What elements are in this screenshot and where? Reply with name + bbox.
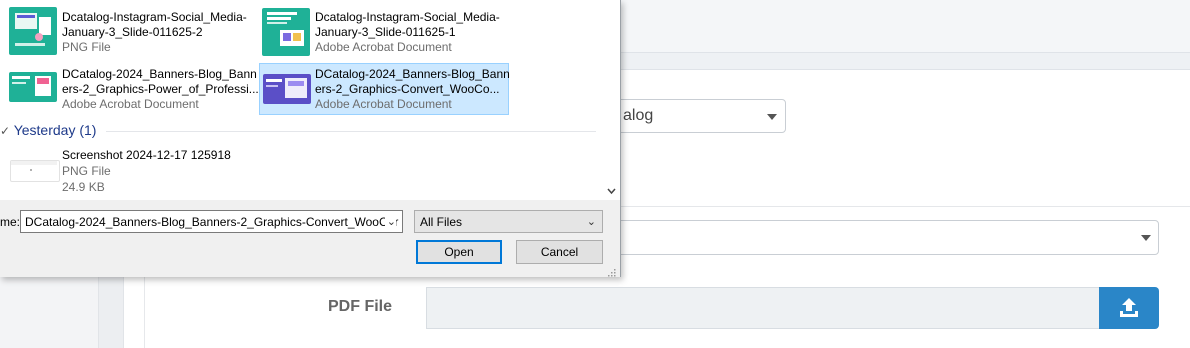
filename-label: me:: [0, 215, 21, 229]
file-item[interactable]: DCatalog-2024_Banners-Blog_Bann ers-2_Gr…: [6, 63, 259, 113]
file-name-line: Screenshot 2024-12-17 125918: [62, 148, 231, 162]
file-item[interactable]: Dcatalog-Instagram-Social_Media- January…: [259, 6, 509, 56]
file-thumbnail-icon: [9, 7, 57, 55]
file-name-line: ers-2_Graphics-Convert_WooCo...: [315, 82, 500, 96]
filetype-value: All Files: [420, 215, 463, 229]
file-name-line: ers-2_Graphics-Power_of_Professi...: [62, 82, 259, 96]
upload-button[interactable]: [1099, 287, 1159, 329]
pdf-file-label: PDF File: [328, 298, 393, 315]
chevron-down-icon: [767, 114, 777, 120]
file-name-line: Dcatalog-Instagram-Social_Media-: [62, 10, 247, 24]
file-open-dialog: Dcatalog-Instagram-Social_Media- January…: [0, 0, 621, 277]
filetype-select[interactable]: All Files ⌄: [414, 210, 603, 233]
secondary-select[interactable]: [600, 220, 1159, 255]
chevron-down-icon: ✓: [0, 124, 11, 138]
file-size: 24.9 KB: [62, 180, 105, 194]
catalog-select[interactable]: alog: [600, 99, 786, 133]
chevron-down-icon: [607, 188, 616, 195]
file-item[interactable]: Dcatalog-Instagram-Social_Media- January…: [6, 6, 250, 56]
chevron-down-icon: [1141, 235, 1151, 241]
group-header-label: Yesterday (1): [13, 122, 97, 138]
catalog-select-value: alog: [623, 107, 654, 124]
file-name-line: January-3_Slide-011625-2: [62, 25, 203, 39]
file-name-line: DCatalog-2024_Banners-Blog_Bann: [62, 67, 257, 81]
file-type: PNG File: [62, 164, 111, 178]
file-name-line: Dcatalog-Instagram-Social_Media-: [315, 10, 500, 24]
file-type: Adobe Acrobat Document: [315, 97, 452, 111]
file-item[interactable]: Screenshot 2024-12-17 125918 PNG File 24…: [6, 146, 250, 196]
chevron-down-icon[interactable]: ⌄: [384, 215, 396, 228]
file-list: Dcatalog-Instagram-Social_Media- January…: [0, 0, 603, 200]
chevron-down-icon: ⌄: [586, 216, 596, 228]
group-header-yesterday[interactable]: ✓ Yesterday (1): [0, 122, 96, 138]
file-thumbnail-icon: [262, 8, 310, 56]
file-type: Adobe Acrobat Document: [62, 97, 199, 111]
file-type: Adobe Acrobat Document: [315, 40, 452, 54]
group-divider: [106, 131, 596, 132]
filename-input[interactable]: DCatalog-2024_Banners-Blog_Banners-2_Gra…: [20, 210, 403, 233]
file-thumbnail-icon: [10, 160, 60, 182]
open-button[interactable]: Open: [416, 240, 502, 264]
file-type: PNG File: [62, 40, 111, 54]
file-thumbnail-icon: [263, 74, 311, 104]
upload-icon: [1120, 298, 1138, 317]
pdf-file-input[interactable]: [426, 287, 1100, 329]
file-thumbnail-icon: [9, 72, 57, 102]
file-name-line: January-3_Slide-011625-1: [315, 25, 456, 39]
filename-value: DCatalog-2024_Banners-Blog_Banners-2_Gra…: [25, 215, 399, 229]
file-item-selected[interactable]: DCatalog-2024_Banners-Blog_Bann ers-2_Gr…: [259, 63, 510, 115]
cancel-button[interactable]: Cancel: [516, 240, 603, 264]
file-name-line: DCatalog-2024_Banners-Blog_Bann: [315, 67, 510, 81]
resize-grip-icon[interactable]: [606, 264, 616, 277]
file-list-scrollbar[interactable]: [603, 0, 620, 200]
